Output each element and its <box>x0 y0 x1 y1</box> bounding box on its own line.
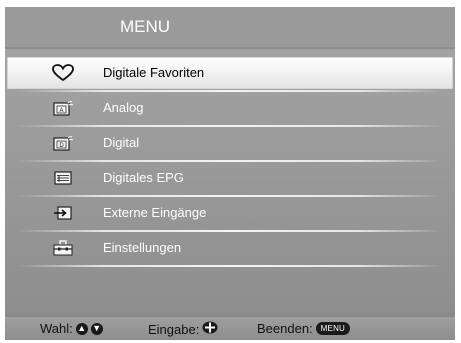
menu-item-label: Analog <box>103 100 144 115</box>
menu-item-digital[interactable]: D Digital <box>7 127 453 159</box>
arrow-down-icon: ▼ <box>90 322 103 335</box>
menu-title: MENU <box>120 17 171 36</box>
key-hint-bar: Wahl: ▲ ▼ Eingabe: Beenden: MENU <box>5 317 455 340</box>
menu-item-label: Externe Eingänge <box>103 205 207 220</box>
heart-icon <box>52 64 74 82</box>
digital-letter: D <box>59 143 64 149</box>
menu-item-label: Einstellungen <box>103 240 182 255</box>
menu-list: Digitale Favoriten A Analog D Digital Di… <box>5 49 455 313</box>
settings-toolbox-icon <box>52 239 74 257</box>
analog-letter: A <box>59 108 63 114</box>
menu-item-externe-eingaenge[interactable]: Externe Eingänge <box>7 197 453 229</box>
menu-item-label: Digitales EPG <box>103 170 184 185</box>
menu-key-icon: MENU <box>315 322 351 335</box>
digital-tv-icon: D <box>52 134 74 152</box>
select-hint: Wahl: ▲ ▼ <box>40 321 103 336</box>
menu-item-digitale-favoriten[interactable]: Digitale Favoriten <box>7 57 453 89</box>
dpad-center-icon <box>202 321 218 337</box>
divider <box>17 265 443 267</box>
epg-guide-icon <box>52 169 74 187</box>
arrow-up-icon: ▲ <box>75 322 88 335</box>
title-bar: MENU <box>5 7 455 47</box>
enter-hint-label: Eingabe: <box>148 321 200 337</box>
menu-item-analog[interactable]: A Analog <box>7 92 453 124</box>
menu-item-digitales-epg[interactable]: Digitales EPG <box>7 162 453 194</box>
external-input-icon <box>52 204 74 222</box>
tv-menu-screen: MENU Digitale Favoriten A Analog D Digit… <box>5 7 455 340</box>
select-hint-label: Wahl: <box>40 321 73 336</box>
menu-item-label: Digitale Favoriten <box>103 65 205 80</box>
menu-item-label: Digital <box>103 135 140 150</box>
analog-tv-icon: A <box>52 99 74 117</box>
enter-hint: Eingabe: <box>148 321 218 337</box>
menu-item-einstellungen[interactable]: Einstellungen <box>7 232 453 264</box>
exit-hint-label: Beenden: <box>257 321 313 336</box>
exit-hint: Beenden: MENU <box>257 321 351 336</box>
